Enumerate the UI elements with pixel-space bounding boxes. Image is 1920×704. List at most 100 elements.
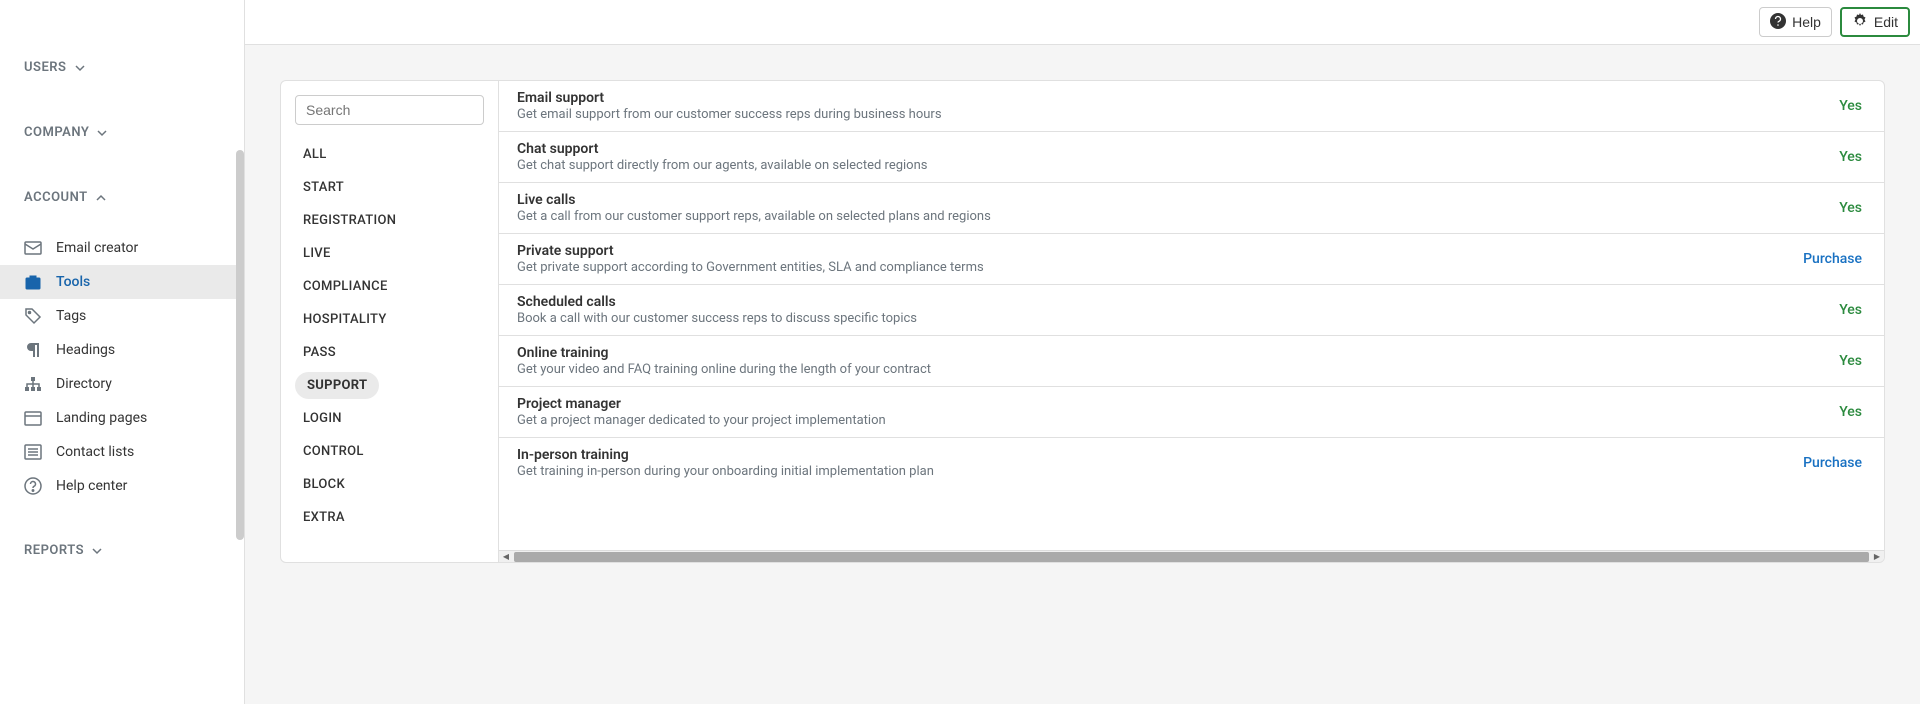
question-circle-icon [1770, 13, 1786, 32]
chevron-down-icon [92, 546, 102, 556]
feature-title: In-person training [517, 447, 1803, 463]
filter-item-support[interactable]: SUPPORT [295, 372, 379, 399]
filter-item-registration[interactable]: REGISTRATION [295, 207, 484, 234]
feature-info: Private supportGet private support accor… [517, 243, 1803, 275]
sidebar-item-email-creator[interactable]: Email creator [0, 231, 244, 265]
feature-info: Scheduled callsBook a call with our cust… [517, 294, 1839, 326]
feature-info: In-person trainingGet training in-person… [517, 447, 1803, 479]
nav-label: Landing pages [56, 410, 147, 426]
nav-label: Contact lists [56, 444, 134, 460]
filter-item-live[interactable]: LIVE [295, 240, 484, 267]
scroll-track[interactable] [514, 552, 1869, 562]
window-icon [24, 409, 42, 427]
scrollbar-horizontal[interactable]: ◀ ▶ [499, 550, 1884, 562]
section-header-reports[interactable]: REPORTS [0, 533, 244, 568]
filter-item-all[interactable]: ALL [295, 141, 484, 168]
filter-item-compliance[interactable]: COMPLIANCE [295, 273, 484, 300]
filter-item-pass[interactable]: PASS [295, 339, 484, 366]
feature-info: Chat supportGet chat support directly fr… [517, 141, 1839, 173]
sidebar-item-help-center[interactable]: Help center [0, 469, 244, 503]
chevron-up-icon [96, 193, 106, 203]
help-button[interactable]: Help [1759, 7, 1832, 37]
feature-row: Project managerGet a project manager ded… [499, 387, 1884, 438]
list-icon [24, 443, 42, 461]
feature-row: Private supportGet private support accor… [499, 234, 1884, 285]
toolbox-icon [24, 273, 42, 291]
filter-item-login[interactable]: LOGIN [295, 405, 484, 432]
purchase-link[interactable]: Purchase [1803, 251, 1866, 267]
feature-desc: Get a call from our customer support rep… [517, 209, 1839, 224]
feature-title: Project manager [517, 396, 1839, 412]
status-yes: Yes [1839, 353, 1866, 369]
nav-label: Headings [56, 342, 115, 358]
section-label: COMPANY [24, 125, 89, 140]
feature-desc: Get chat support directly from our agent… [517, 158, 1839, 173]
main: Help Edit ALL START REGISTRATION LIVE COMPLI… [245, 0, 1920, 704]
nav-label: Directory [56, 376, 112, 392]
filter-item-start[interactable]: START [295, 174, 484, 201]
feature-desc: Get private support according to Governm… [517, 260, 1803, 275]
section-header-company[interactable]: COMPANY [0, 115, 244, 150]
feature-title: Online training [517, 345, 1839, 361]
status-yes: Yes [1839, 404, 1866, 420]
feature-title: Email support [517, 90, 1839, 106]
paragraph-icon [24, 341, 42, 359]
feature-panel: Email supportGet email support from our … [499, 81, 1884, 562]
status-yes: Yes [1839, 149, 1866, 165]
edit-button[interactable]: Edit [1840, 7, 1910, 37]
feature-row: Chat supportGet chat support directly fr… [499, 132, 1884, 183]
filter-item-control[interactable]: CONTROL [295, 438, 484, 465]
nav-label: Tools [56, 274, 90, 290]
sidebar-item-tags[interactable]: Tags [0, 299, 244, 333]
sidebar-item-tools[interactable]: Tools [0, 265, 244, 299]
card: ALL START REGISTRATION LIVE COMPLIANCE HOSPIT… [280, 80, 1885, 563]
sidebar-item-landing-pages[interactable]: Landing pages [0, 401, 244, 435]
feature-info: Online trainingGet your video and FAQ tr… [517, 345, 1839, 377]
feature-desc: Get training in-person during your onboa… [517, 464, 1803, 479]
feature-desc: Get a project manager dedicated to your … [517, 413, 1839, 428]
feature-title: Chat support [517, 141, 1839, 157]
sidebar-item-headings[interactable]: Headings [0, 333, 244, 367]
feature-info: Live callsGet a call from our customer s… [517, 192, 1839, 224]
scroll-right-arrow[interactable]: ▶ [1870, 551, 1884, 563]
feature-row: Live callsGet a call from our customer s… [499, 183, 1884, 234]
status-yes: Yes [1839, 98, 1866, 114]
question-circle-icon [24, 477, 42, 495]
section-label: USERS [24, 60, 67, 75]
status-yes: Yes [1839, 302, 1866, 318]
feature-desc: Get email support from our customer succ… [517, 107, 1839, 122]
feature-info: Project managerGet a project manager ded… [517, 396, 1839, 428]
section-header-account[interactable]: ACCOUNT [0, 180, 244, 215]
scroll-left-arrow[interactable]: ◀ [499, 551, 513, 563]
feature-info: Email supportGet email support from our … [517, 90, 1839, 122]
tag-icon [24, 307, 42, 325]
feature-row: Email supportGet email support from our … [499, 81, 1884, 132]
section-label: ACCOUNT [24, 190, 88, 205]
sidebar-item-directory[interactable]: Directory [0, 367, 244, 401]
feature-desc: Get your video and FAQ training online d… [517, 362, 1839, 377]
button-label: Edit [1874, 14, 1898, 30]
status-yes: Yes [1839, 200, 1866, 216]
feature-row: Online trainingGet your video and FAQ tr… [499, 336, 1884, 387]
feature-row: Scheduled callsBook a call with our cust… [499, 285, 1884, 336]
search-input[interactable] [295, 95, 484, 125]
feature-title: Private support [517, 243, 1803, 259]
purchase-link[interactable]: Purchase [1803, 455, 1866, 471]
scrollbar-vertical[interactable] [236, 150, 244, 540]
nav-label: Tags [56, 308, 86, 324]
section-header-users[interactable]: USERS [0, 50, 244, 85]
feature-title: Live calls [517, 192, 1839, 208]
filter-item-block[interactable]: BLOCK [295, 471, 484, 498]
content: ALL START REGISTRATION LIVE COMPLIANCE HOSPIT… [245, 45, 1920, 704]
feature-row: In-person trainingGet training in-person… [499, 438, 1884, 488]
filter-item-hospitality[interactable]: HOSPITALITY [295, 306, 484, 333]
filter-item-extra[interactable]: EXTRA [295, 504, 484, 531]
sitemap-icon [24, 375, 42, 393]
sidebar-item-contact-lists[interactable]: Contact lists [0, 435, 244, 469]
topbar: Help Edit [245, 0, 1920, 45]
nav-label: Help center [56, 478, 127, 494]
feature-desc: Book a call with our customer success re… [517, 311, 1839, 326]
chevron-down-icon [97, 128, 107, 138]
chevron-down-icon [75, 63, 85, 73]
nav-label: Email creator [56, 240, 138, 256]
